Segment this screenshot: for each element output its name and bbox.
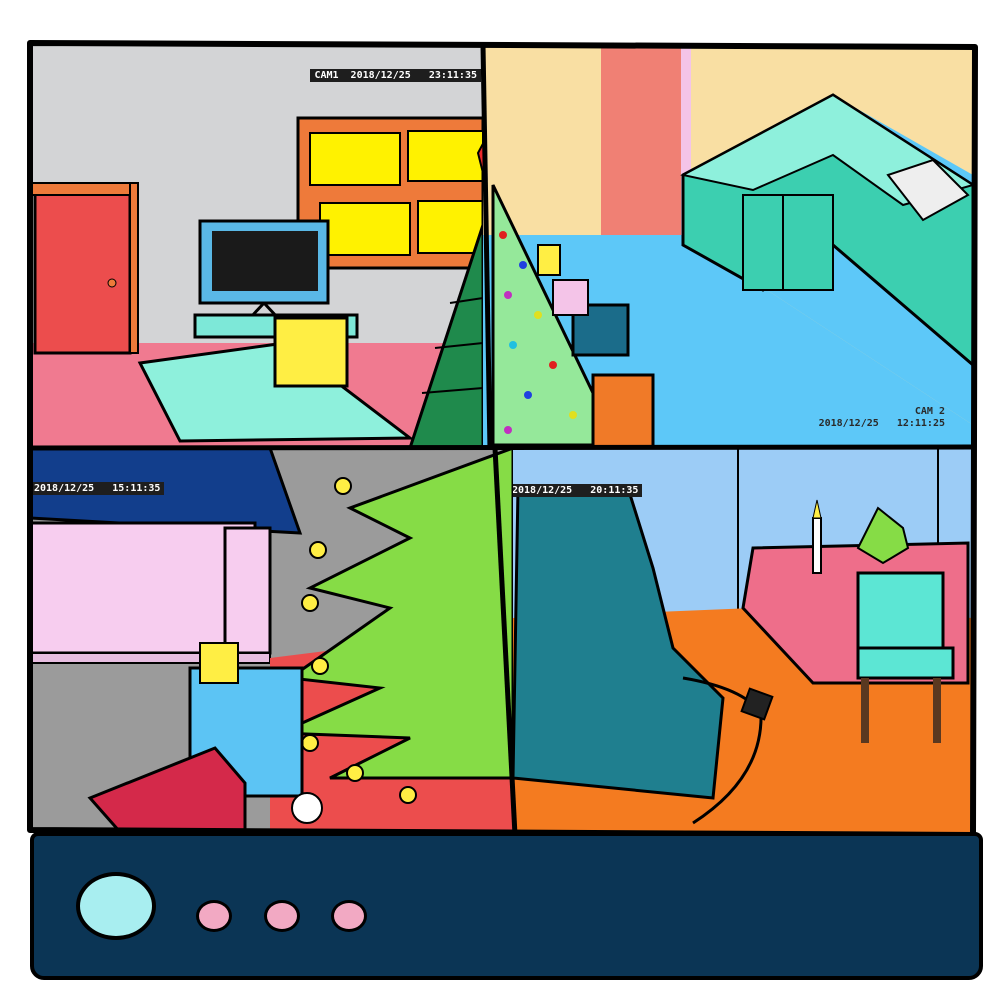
cam2-datetime: 2018/12/25 12:11:25 xyxy=(818,418,945,429)
power-button[interactable] xyxy=(76,872,156,940)
camera-feed-1[interactable]: CAM1 2018/12/25 23:11:35 xyxy=(30,43,483,448)
cam3-scene xyxy=(30,448,513,832)
camera-feed-2[interactable]: CAM 2 2018/12/25 12:11:25 xyxy=(483,45,973,448)
control-panel xyxy=(30,832,983,980)
cam4-timestamp: 2018/12/25 20:11:35 xyxy=(513,484,643,497)
camera-feed-4[interactable]: 2018/12/25 20:11:35 xyxy=(513,448,973,832)
cctv-monitor: CAM1 2018/12/25 23:11:35 CAM 2 2018/12/2… xyxy=(0,0,1000,1000)
cam1-timestamp: CAM1 2018/12/25 23:11:35 xyxy=(310,69,481,82)
cam1-scene xyxy=(30,43,483,448)
button-3[interactable] xyxy=(331,900,367,932)
cam2-scene xyxy=(483,45,973,448)
camera-feed-3[interactable]: 2018/12/25 15:11:35 xyxy=(30,448,513,832)
button-1[interactable] xyxy=(196,900,232,932)
button-2[interactable] xyxy=(264,900,300,932)
cam3-timestamp: 2018/12/25 15:11:35 xyxy=(30,482,165,495)
cam4-scene xyxy=(513,448,973,832)
